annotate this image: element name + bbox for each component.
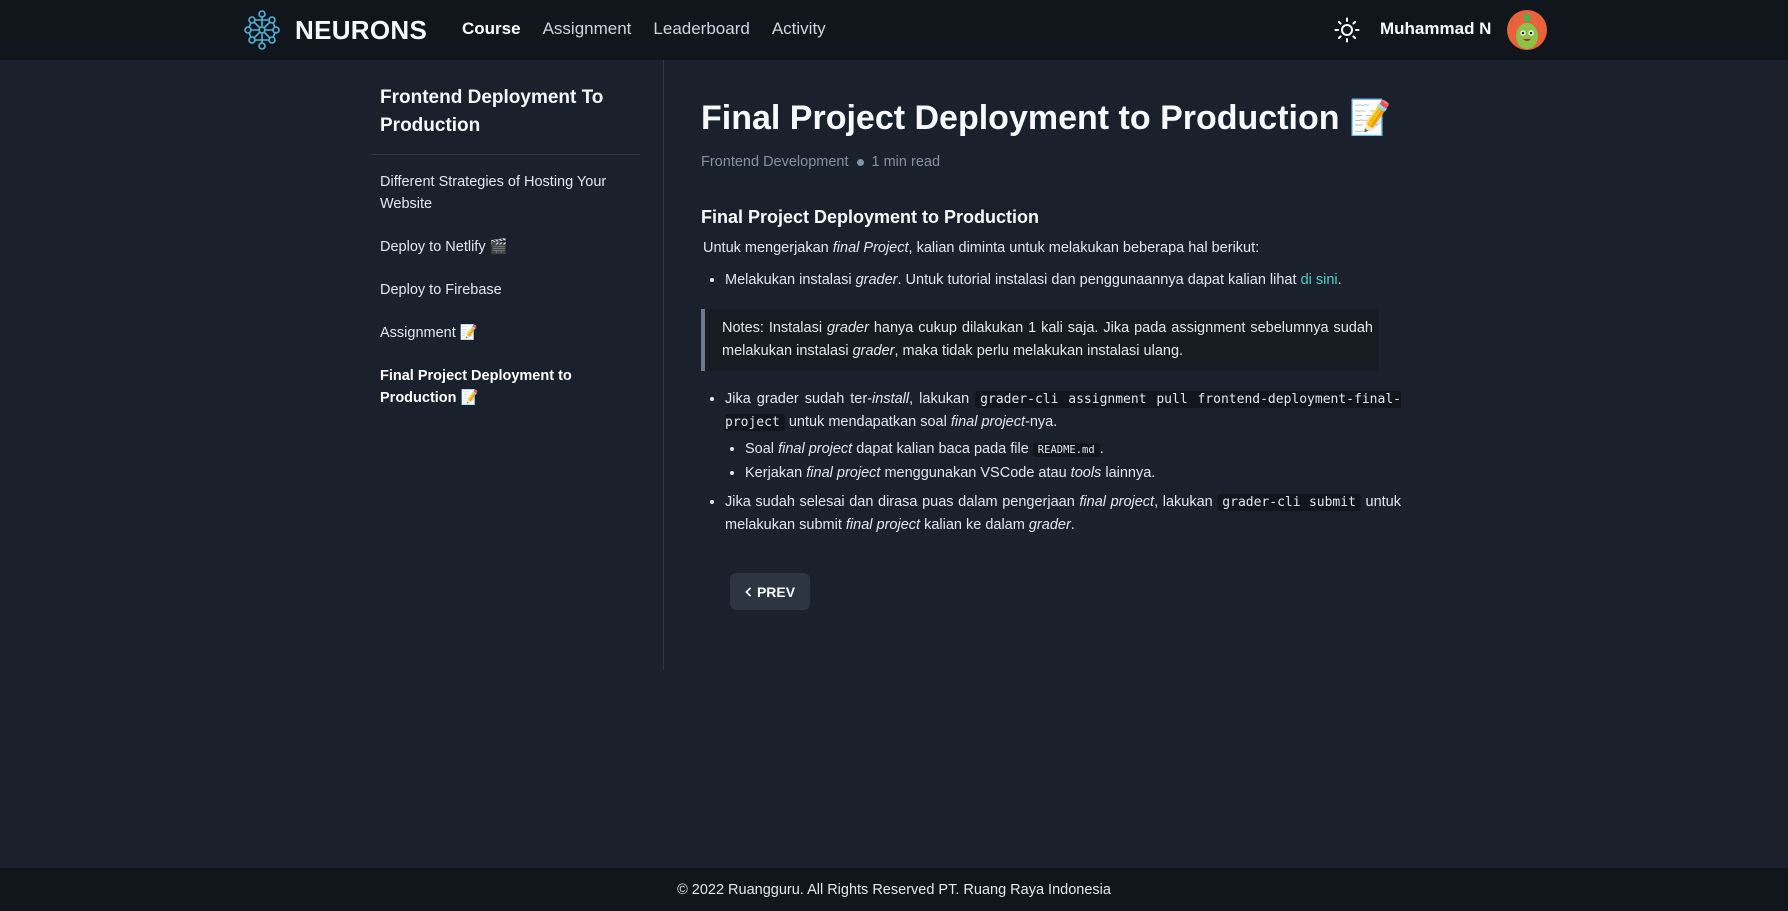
nav-assignment[interactable]: Assignment <box>543 19 632 39</box>
sidebar-item-final-project[interactable]: Final Project Deployment to Production 📝 <box>372 361 622 413</box>
top-navbar: NEURONS Course Assignment Leaderboard Ac… <box>0 0 1788 60</box>
course-sidebar: Frontend Deployment To Production Differ… <box>372 60 640 426</box>
intro-paragraph: Untuk mengerjakan final Project, kalian … <box>703 240 1260 256</box>
lesson-category: Frontend Development <box>701 154 849 170</box>
sidebar-title: Frontend Deployment To Production <box>380 87 604 136</box>
instruction-list: Melakukan instalasi grader. Untuk tutori… <box>701 269 1401 537</box>
sub-list-item: Kerjakan final project menggunakan VSCod… <box>745 462 1401 485</box>
user-name[interactable]: Muhammad N <box>1380 19 1491 39</box>
footer-copyright: © 2022 Ruangguru. All Rights Reserved PT… <box>677 881 1111 898</box>
sidebar-vertical-divider <box>663 60 664 670</box>
nav-course[interactable]: Course <box>462 19 521 39</box>
nav-activity[interactable]: Activity <box>772 19 826 39</box>
nav-leaderboard[interactable]: Leaderboard <box>653 19 749 39</box>
sidebar-item-assignment[interactable]: Assignment 📝 <box>372 318 622 348</box>
brand-name: NEURONS <box>295 14 428 45</box>
sidebar-divider <box>372 154 640 155</box>
lesson-content: Final Project Deployment to Production 📝… <box>701 60 1401 543</box>
list-item: Melakukan instalasi grader. Untuk tutori… <box>701 269 1401 371</box>
meta-separator-dot <box>856 158 864 166</box>
avatar-character-icon <box>1516 14 1538 49</box>
theme-toggle-button[interactable] <box>1334 17 1360 43</box>
main-nav: Course Assignment Leaderboard Activity <box>462 19 826 39</box>
prev-button[interactable]: PREV <box>730 573 810 610</box>
lesson-meta: Frontend Development 1 min read <box>701 154 1401 170</box>
sub-list: Soal final project dapat kalian baca pad… <box>725 438 1401 485</box>
sidebar-item-hosting-strategies[interactable]: Different Strategies of Hosting Your Web… <box>372 167 622 219</box>
list-item: Jika sudah selesai dan dirasa puas dalam… <box>725 491 1401 537</box>
sidebar-item-deploy-netlify[interactable]: Deploy to Netlify 🎬 <box>372 232 622 262</box>
sidebar-lesson-list: Different Strategies of Hosting Your Web… <box>372 167 640 413</box>
prev-button-label: PREV <box>756 583 796 600</box>
sun-icon <box>1334 17 1360 43</box>
page-footer: © 2022 Ruangguru. All Rights Reserved PT… <box>0 868 1788 911</box>
brand-logo[interactable]: NEURONS <box>243 10 427 50</box>
page-title: Final Project Deployment to Production 📝 <box>701 99 1392 137</box>
section-title: Final Project Deployment to Production <box>701 207 1040 227</box>
submit-command-code[interactable]: grader-cli submit <box>1217 494 1361 511</box>
sidebar-item-deploy-firebase[interactable]: Deploy to Firebase <box>372 275 622 305</box>
list-item: Jika grader sudah ter-install, lakukan g… <box>725 388 1401 485</box>
neural-network-logo-icon <box>244 10 280 50</box>
note-blockquote: Notes: Instalasi grader hanya cukup dila… <box>701 309 1379 371</box>
chevron-left-icon <box>745 586 752 597</box>
tutorial-link[interactable]: di sini <box>1301 272 1338 288</box>
avatar[interactable] <box>1507 10 1547 50</box>
readme-code[interactable]: README.md <box>1032 443 1100 457</box>
read-time: 1 min read <box>871 154 941 170</box>
sub-list-item: Soal final project dapat kalian baca pad… <box>745 438 1401 462</box>
